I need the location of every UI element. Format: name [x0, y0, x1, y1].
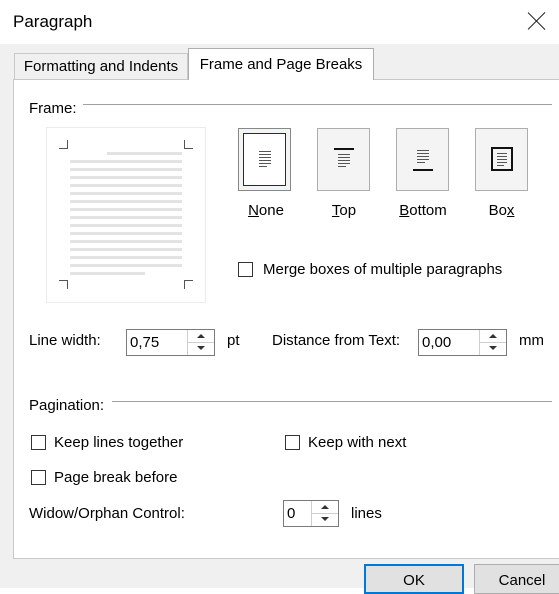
preview-line	[107, 152, 182, 155]
preview-line	[70, 256, 182, 259]
ok-button[interactable]: OK	[364, 564, 464, 594]
merge-boxes-label[interactable]: Merge boxes of multiple paragraphs	[263, 261, 502, 278]
distance-from-text-value[interactable]: 0,00	[422, 334, 451, 351]
widow-orphan-unit: lines	[351, 505, 382, 522]
preview-corner-tr	[184, 140, 193, 149]
frame-top-button[interactable]	[317, 128, 370, 191]
dialog-title: Paragraph	[13, 12, 93, 31]
spin-down-icon[interactable]	[480, 343, 506, 355]
frame-top-icon	[334, 148, 354, 170]
preview-line	[70, 224, 182, 227]
frame-none-icon	[259, 151, 271, 169]
distance-unit: mm	[519, 332, 544, 349]
keep-lines-together-checkbox[interactable]	[31, 435, 46, 450]
frame-group-label: Frame:	[29, 100, 77, 117]
tab-formatting-and-indents[interactable]: Formatting and Indents	[14, 53, 188, 79]
spin-up-icon[interactable]	[188, 330, 214, 343]
frame-bottom-label[interactable]: Bottom	[393, 202, 453, 219]
widow-orphan-stepper[interactable]: 0	[283, 500, 339, 527]
frame-none-label[interactable]: None	[238, 202, 294, 219]
preview-line	[70, 192, 182, 195]
title-bar: Paragraph	[0, 0, 559, 44]
pagination-group-divider	[112, 401, 552, 402]
line-width-value[interactable]: 0,75	[130, 334, 159, 351]
keep-lines-together-label[interactable]: Keep lines together	[54, 434, 183, 451]
page-break-before-checkbox[interactable]	[31, 470, 46, 485]
page-break-before-label[interactable]: Page break before	[54, 469, 177, 486]
frame-group-divider	[83, 104, 552, 105]
preview-corner-bl	[59, 280, 68, 289]
widow-orphan-value[interactable]: 0	[287, 505, 295, 522]
preview-line	[70, 216, 182, 219]
preview-line	[70, 200, 182, 203]
preview-line	[70, 176, 182, 179]
spin-down-icon[interactable]	[312, 514, 338, 526]
distance-from-text-stepper[interactable]: 0,00	[418, 329, 507, 356]
preview-line	[70, 272, 145, 275]
preview-line	[70, 248, 182, 251]
frame-box-label[interactable]: Box	[475, 202, 528, 219]
keep-with-next-checkbox[interactable]	[285, 435, 300, 450]
frame-none-button[interactable]	[238, 128, 291, 191]
merge-boxes-checkbox[interactable]	[238, 262, 253, 277]
preview-line	[70, 208, 182, 211]
distance-from-text-label: Distance from Text:	[272, 332, 401, 349]
line-width-label: Line width:	[29, 332, 101, 349]
frame-box-button[interactable]	[475, 128, 528, 191]
keep-with-next-label[interactable]: Keep with next	[308, 434, 406, 451]
frame-bottom-button[interactable]	[396, 128, 449, 191]
spin-up-icon[interactable]	[480, 330, 506, 343]
tab-frame-and-page-breaks[interactable]: Frame and Page Breaks	[188, 48, 374, 80]
preview-line	[70, 168, 182, 171]
preview-line	[70, 184, 182, 187]
pagination-group-label: Pagination:	[29, 397, 105, 414]
preview-line	[70, 240, 182, 243]
preview-corner-tl	[59, 140, 68, 149]
close-icon[interactable]	[527, 11, 547, 31]
frame-box-icon	[491, 147, 513, 171]
widow-orphan-label: Widow/Orphan Control:	[29, 505, 185, 522]
spin-down-icon[interactable]	[188, 343, 214, 355]
frame-top-label[interactable]: Top	[317, 202, 371, 219]
cancel-button[interactable]: Cancel	[474, 564, 559, 594]
line-width-stepper[interactable]: 0,75	[126, 329, 215, 356]
line-width-unit: pt	[227, 332, 240, 349]
preview-line	[70, 264, 182, 267]
frame-bottom-icon	[413, 148, 433, 172]
spin-up-icon[interactable]	[312, 501, 338, 514]
preview-corner-br	[184, 280, 193, 289]
preview-line	[70, 160, 182, 163]
frame-preview	[47, 128, 205, 302]
preview-line	[70, 232, 182, 235]
